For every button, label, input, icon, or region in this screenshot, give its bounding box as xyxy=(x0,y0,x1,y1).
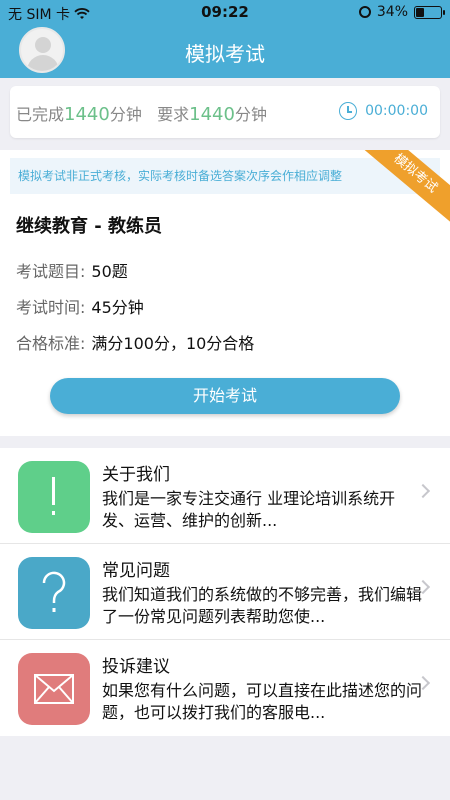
clock-icon xyxy=(339,102,358,120)
battery-icon xyxy=(414,5,445,19)
question-mark-icon xyxy=(18,557,90,629)
list-item-desc: 如果您有什么问题，可以直接在此描述您的问 题，也可以拨打我们的客服电... xyxy=(102,681,422,722)
info-label: 考试题目: xyxy=(16,262,86,281)
completed-minutes: 1440 xyxy=(64,104,110,125)
info-label: 合格标准: xyxy=(16,334,86,353)
info-exclamation-icon xyxy=(18,461,90,533)
list-item-about-us[interactable]: 关于我们 我们是一家专注交通行 业理论培训系统开发、运营、维护的创新... xyxy=(0,448,450,544)
envelope-icon xyxy=(18,653,90,725)
info-value: 45分钟 xyxy=(91,298,144,317)
list-item-title: 投诉建议 xyxy=(102,657,170,677)
list-item-faq[interactable]: 常见问题 我们知道我们的系统做的不够完善，我们编辑 了一份常见问题列表帮助您使.… xyxy=(0,544,450,640)
list-item-desc: 我们知道我们的系统做的不够完善，我们编辑 了一份常见问题列表帮助您使... xyxy=(102,585,422,626)
battery-percent: 34% xyxy=(376,4,408,20)
required-minutes: 1440 xyxy=(189,104,235,125)
info-value: 50题 xyxy=(91,262,128,281)
info-list: 关于我们 我们是一家专注交通行 业理论培训系统开发、运营、维护的创新... 常见… xyxy=(0,448,450,736)
exam-notice: 模拟考试非正式考核，实际考核时备选答案次序会作相应调整 xyxy=(10,158,440,194)
timer-value: 00:00:00 xyxy=(365,103,428,119)
info-value: 满分100分，10分合格 xyxy=(91,334,255,353)
info-label: 考试时间: xyxy=(16,298,86,317)
progress-summary: 已完成1440分钟 要求1440分钟 xyxy=(16,104,267,125)
exam-pass-standard-row: 合格标准: 满分100分，10分合格 xyxy=(16,330,254,354)
start-exam-button[interactable]: 开始考试 xyxy=(50,378,400,414)
status-bar: 无 SIM 卡 09:22 34% xyxy=(0,0,450,24)
app-header: 无 SIM 卡 09:22 34% 模拟考试 xyxy=(0,0,450,78)
list-item-desc: 我们是一家专注交通行 业理论培训系统开发、运营、维护的创新... xyxy=(102,489,396,530)
page-title: 模拟考试 xyxy=(185,42,265,66)
exam-title: 继续教育 - 教练员 xyxy=(16,216,163,237)
exam-questions-row: 考试题目: 50题 xyxy=(16,258,128,282)
progress-card: 已完成1440分钟 要求1440分钟 00:00:00 xyxy=(10,86,440,138)
list-item-title: 关于我们 xyxy=(102,465,170,485)
list-item-feedback[interactable]: 投诉建议 如果您有什么问题，可以直接在此描述您的问 题，也可以拨打我们的客服电.… xyxy=(0,640,450,736)
exam-duration-row: 考试时间: 45分钟 xyxy=(16,294,144,318)
orientation-lock-icon xyxy=(358,6,371,18)
exam-card: 模拟考试非正式考核，实际考核时备选答案次序会作相应调整 模拟考试 继续教育 - … xyxy=(0,150,450,436)
list-item-title: 常见问题 xyxy=(102,561,170,581)
battery-fill xyxy=(416,7,425,17)
exam-timer: 00:00:00 xyxy=(339,102,428,120)
